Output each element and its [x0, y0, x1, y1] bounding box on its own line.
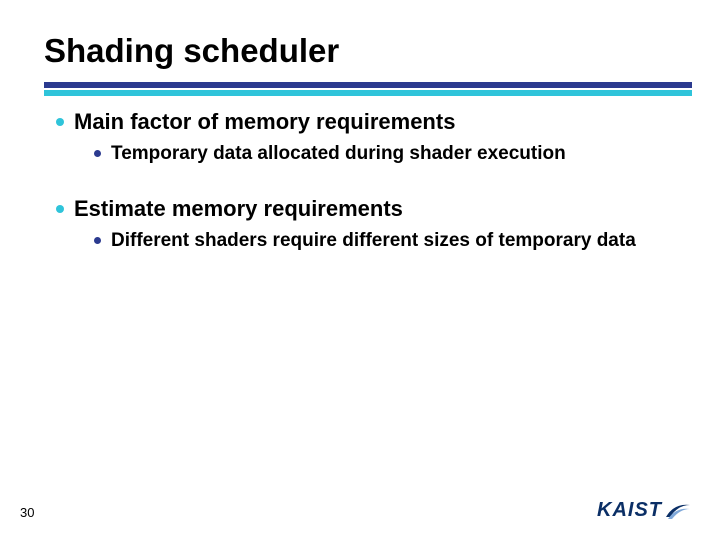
underline-blue	[44, 82, 692, 88]
underline-cyan	[44, 90, 692, 96]
logo-swoosh-icon	[664, 501, 692, 521]
page-number: 30	[20, 505, 34, 520]
bullet-level2: Different shaders require different size…	[94, 229, 680, 253]
bullet-text: Estimate memory requirements	[74, 195, 403, 223]
slide-title: Shading scheduler	[44, 32, 339, 70]
bullet-icon	[56, 118, 64, 126]
title-underline	[44, 82, 692, 96]
bullet-text: Main factor of memory requirements	[74, 108, 455, 136]
slide: Shading scheduler Main factor of memory …	[0, 0, 720, 540]
bullet-level2: Temporary data allocated during shader e…	[94, 142, 680, 166]
bullet-text: Different shaders require different size…	[111, 229, 636, 253]
bullet-level1: Main factor of memory requirements	[56, 108, 680, 136]
bullet-icon	[94, 237, 101, 244]
content-area: Main factor of memory requirements Tempo…	[56, 108, 680, 269]
bullet-icon	[56, 205, 64, 213]
spacer	[56, 181, 680, 195]
bullet-text: Temporary data allocated during shader e…	[111, 142, 566, 166]
bullet-icon	[94, 150, 101, 157]
bullet-level1: Estimate memory requirements	[56, 195, 680, 223]
kaist-logo: KAIST	[597, 499, 692, 522]
logo-text: KAIST	[597, 499, 662, 522]
